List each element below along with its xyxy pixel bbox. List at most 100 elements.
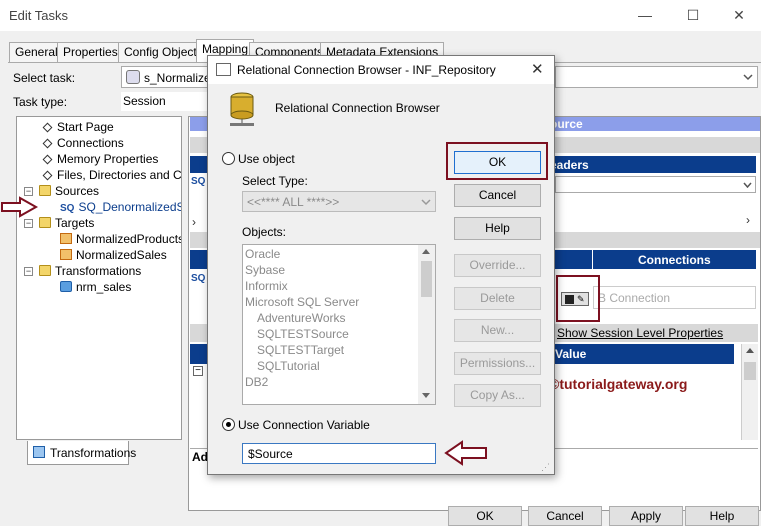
tree-item-label: Files, Directories and Com bbox=[57, 168, 182, 182]
transformations-tab-label: Transformations bbox=[50, 446, 137, 460]
collapse-icon[interactable]: − bbox=[24, 267, 33, 276]
tab-general[interactable]: General bbox=[9, 42, 64, 62]
diamond-icon bbox=[42, 138, 53, 149]
tab-properties[interactable]: Properties bbox=[57, 42, 124, 62]
maximize-icon[interactable]: ☐ bbox=[683, 6, 703, 24]
select-type-value: <<**** ALL ****>> bbox=[247, 195, 340, 209]
apply-button[interactable]: Apply bbox=[609, 506, 683, 526]
list-item[interactable]: Sybase bbox=[245, 263, 285, 277]
list-item[interactable]: SQLTESTTarget bbox=[257, 343, 344, 357]
cancel-button[interactable]: Cancel bbox=[528, 506, 602, 526]
diamond-icon bbox=[42, 122, 53, 133]
tree-item-label: NormalizedProducts bbox=[76, 232, 182, 246]
dialog-app-icon bbox=[216, 63, 231, 76]
list-item[interactable]: DB2 bbox=[245, 375, 268, 389]
target-table-icon bbox=[60, 233, 72, 244]
list-item[interactable]: Microsoft SQL Server bbox=[245, 295, 359, 309]
scrollbar-thumb[interactable] bbox=[744, 362, 756, 380]
window-title: Edit Tasks bbox=[9, 8, 69, 23]
target-table-icon bbox=[60, 249, 72, 260]
tree-item-label: Sources bbox=[55, 184, 100, 198]
tree-item-label: NormalizedSales bbox=[76, 248, 167, 262]
collapse-icon[interactable]: − bbox=[24, 187, 33, 196]
scroll-right-icon[interactable]: › bbox=[746, 213, 750, 227]
permissions-button[interactable]: Permissions... bbox=[454, 352, 541, 375]
list-item[interactable]: Informix bbox=[245, 279, 288, 293]
select-task-value: s_Normalizer bbox=[144, 71, 215, 85]
tree-item-connections[interactable]: Connections bbox=[41, 136, 124, 150]
use-connection-variable-radio[interactable] bbox=[222, 418, 235, 431]
tree-item-label: nrm_sales bbox=[76, 280, 132, 294]
folder-icon bbox=[39, 217, 51, 228]
transformations-icon bbox=[33, 446, 45, 458]
watermark-text: ©tutorialgateway.org bbox=[549, 376, 688, 392]
select-type-dropdown[interactable]: <<**** ALL ****>> bbox=[242, 191, 436, 212]
use-object-label: Use object bbox=[238, 152, 295, 166]
tab-config-object[interactable]: Config Object bbox=[118, 42, 203, 62]
tree-item-label: Transformations bbox=[55, 264, 142, 278]
help-button[interactable]: Help bbox=[685, 506, 759, 526]
annotation-highlight-browse bbox=[556, 275, 600, 322]
normalizer-icon bbox=[60, 281, 72, 292]
ok-button[interactable]: OK bbox=[448, 506, 522, 526]
collapse-icon[interactable]: − bbox=[24, 219, 33, 228]
resize-grip-icon[interactable]: ⋰ bbox=[541, 462, 550, 473]
list-item[interactable]: SQLTESTSource bbox=[257, 327, 349, 341]
tree-item-sources[interactable]: Sources bbox=[39, 184, 99, 198]
db-connection-field[interactable]: B Connection bbox=[593, 286, 756, 309]
database-icon bbox=[230, 92, 254, 126]
tree-item-sq-source[interactable]: SQSQ_DenormalizedSour bbox=[60, 200, 181, 214]
readers-dropdown[interactable] bbox=[555, 176, 756, 193]
tree-item-label: Memory Properties bbox=[57, 152, 159, 166]
transformations-tab[interactable]: Transformations bbox=[27, 441, 136, 465]
tree-item-transformations[interactable]: Transformations bbox=[39, 264, 141, 278]
scroll-right-icon-left[interactable]: › bbox=[192, 215, 196, 229]
scroll-up-icon[interactable] bbox=[746, 348, 754, 353]
delete-button[interactable]: Delete bbox=[454, 287, 541, 310]
scroll-down-icon[interactable] bbox=[422, 393, 430, 398]
vertical-scrollbar[interactable] bbox=[741, 344, 758, 440]
tree-item-start-page[interactable]: Start Page bbox=[41, 120, 114, 134]
folder-icon bbox=[39, 265, 51, 276]
column-divider bbox=[592, 250, 593, 269]
list-item[interactable]: SQLTutorial bbox=[257, 359, 320, 373]
tree-item-files[interactable]: Files, Directories and Com bbox=[41, 168, 182, 182]
dialog-heading: Relational Connection Browser bbox=[275, 101, 440, 115]
connection-variable-input[interactable]: $Source bbox=[242, 443, 436, 464]
list-item[interactable]: AdventureWorks bbox=[257, 311, 345, 325]
override-button[interactable]: Override... bbox=[454, 254, 541, 277]
tree-item-target-products[interactable]: NormalizedProducts bbox=[60, 232, 182, 246]
scrollbar-thumb[interactable] bbox=[421, 261, 432, 297]
select-task-dropdown[interactable]: s_Normalizer bbox=[121, 66, 215, 88]
annotation-highlight-ok bbox=[446, 142, 548, 180]
relational-connection-browser-dialog: Relational Connection Browser - INF_Repo… bbox=[207, 55, 555, 475]
list-item[interactable]: Oracle bbox=[245, 247, 280, 261]
navigation-tree: Start Page Connections Memory Properties… bbox=[16, 116, 182, 440]
tree-item-memory-properties[interactable]: Memory Properties bbox=[41, 152, 158, 166]
dialog-help-button[interactable]: Help bbox=[454, 217, 541, 240]
objects-label: Objects: bbox=[242, 225, 287, 239]
objects-list[interactable]: Oracle Sybase Informix Microsoft SQL Ser… bbox=[242, 244, 436, 405]
copy-as-button[interactable]: Copy As... bbox=[454, 384, 541, 407]
connection-variable-value: $Source bbox=[248, 447, 293, 461]
scroll-up-icon[interactable] bbox=[422, 249, 430, 254]
tree-item-nrm-sales[interactable]: nrm_sales bbox=[60, 280, 131, 294]
close-icon[interactable]: ✕ bbox=[729, 6, 749, 24]
sq-row-icon: SQ bbox=[191, 176, 206, 187]
select-task-dropdown-right[interactable] bbox=[555, 66, 758, 88]
diamond-icon bbox=[42, 170, 53, 181]
annotation-arrow-icon bbox=[444, 440, 487, 466]
dialog-cancel-button[interactable]: Cancel bbox=[454, 184, 541, 207]
use-object-radio[interactable] bbox=[222, 152, 235, 165]
new-button[interactable]: New... bbox=[454, 319, 541, 342]
chevron-down-icon bbox=[743, 74, 753, 81]
tree-item-targets[interactable]: Targets bbox=[39, 216, 94, 230]
chevron-down-icon bbox=[421, 199, 431, 206]
collapse-icon[interactable]: − bbox=[193, 366, 203, 376]
show-session-properties-link[interactable]: Show Session Level Properties bbox=[557, 326, 723, 340]
list-scrollbar[interactable] bbox=[418, 245, 435, 404]
dialog-titlebar: Relational Connection Browser - INF_Repo… bbox=[208, 56, 554, 84]
minimize-icon[interactable]: — bbox=[635, 6, 655, 24]
dialog-close-icon[interactable]: ✕ bbox=[531, 60, 544, 78]
tree-item-target-sales[interactable]: NormalizedSales bbox=[60, 248, 167, 262]
